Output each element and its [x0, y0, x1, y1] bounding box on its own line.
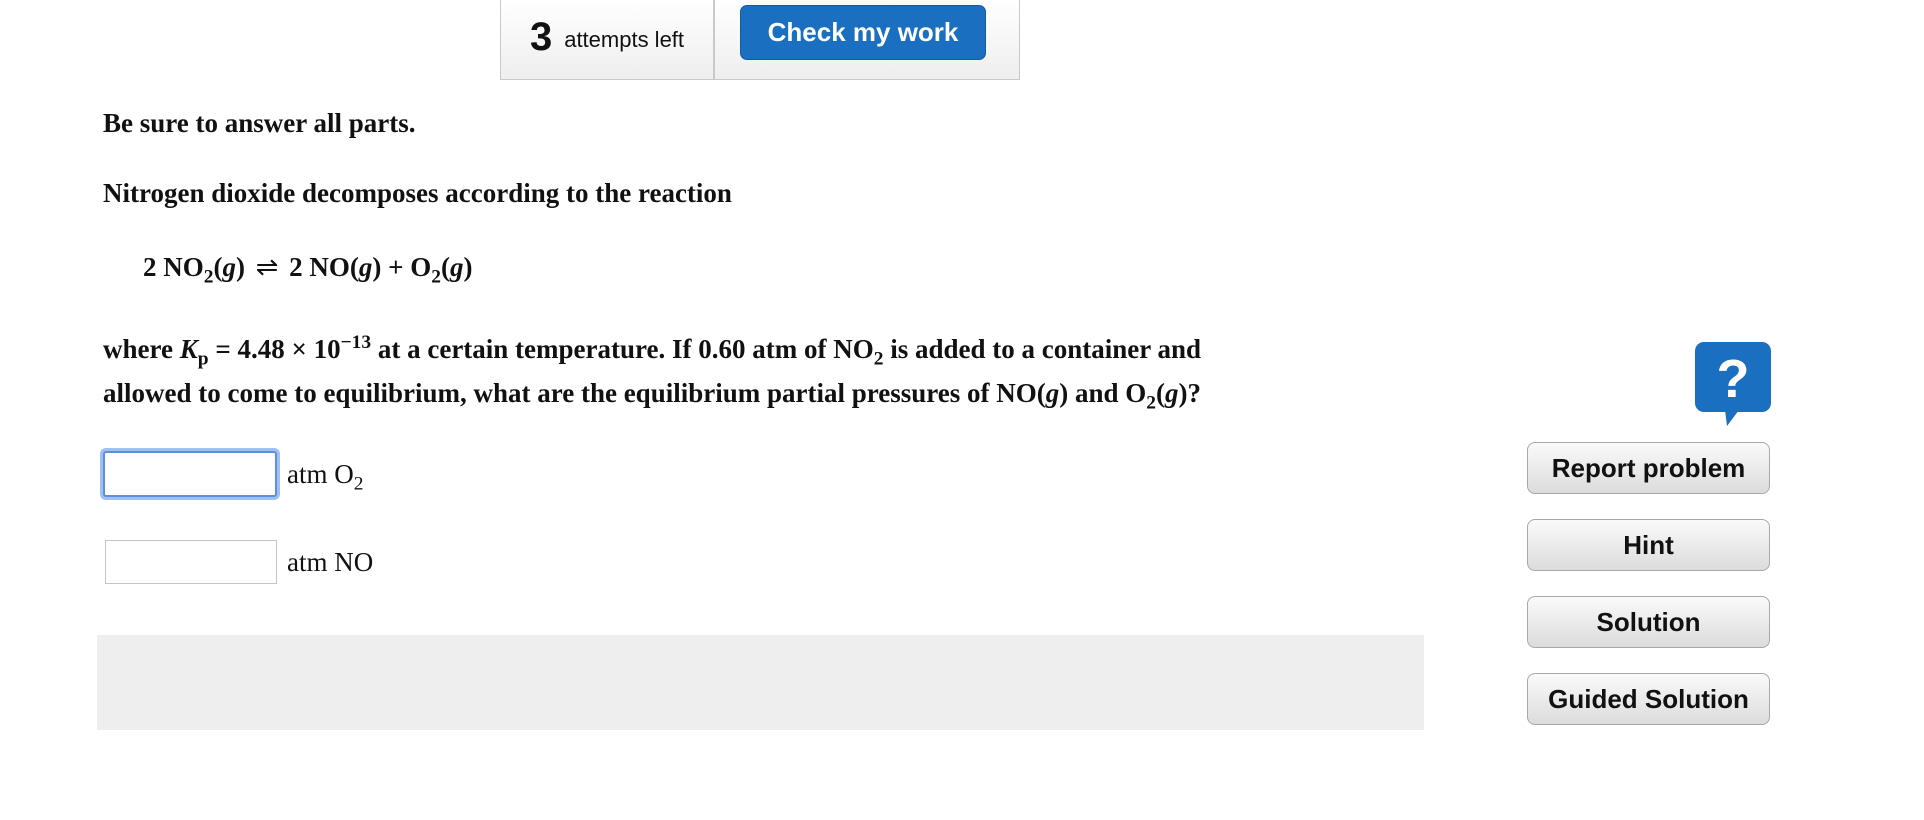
instruction-text: Be sure to answer all parts.: [103, 108, 416, 138]
no-pressure-input[interactable]: [105, 540, 277, 584]
guided-solution-button[interactable]: Guided Solution: [1527, 673, 1770, 725]
question-bubble-icon[interactable]: ?: [1693, 340, 1773, 430]
attempts-indicator: 3 attempts left: [501, 0, 715, 79]
question-body-line-1: where Kp = 4.48 × 10−13 at a certain tem…: [103, 332, 1202, 370]
feedback-panel: [97, 635, 1424, 730]
solution-button[interactable]: Solution: [1527, 596, 1770, 648]
answer-row-o2: atm O2: [103, 451, 363, 497]
report-problem-button[interactable]: Report problem: [1527, 442, 1770, 494]
attempts-count: 3: [529, 15, 553, 59]
attempts-label: attempts left: [564, 26, 685, 52]
equilibrium-arrow: ⇌: [255, 252, 279, 282]
check-my-work-button[interactable]: Check my work: [740, 5, 986, 60]
answer-row-no: atm NO: [103, 540, 373, 584]
unit-label-o2: atm O2: [287, 458, 364, 494]
reaction-equation: 2 NO2(g) ⇌ 2 NO(g) + O2(g): [143, 252, 473, 288]
check-wrap: Check my work: [715, 0, 1019, 79]
hint-button[interactable]: Hint: [1527, 519, 1770, 571]
o2-pressure-input[interactable]: [103, 451, 277, 497]
intro-text: Nitrogen dioxide decomposes according to…: [103, 178, 732, 208]
question-body-line-2: allowed to come to equilibrium, what are…: [103, 378, 1201, 414]
svg-text:?: ?: [1717, 349, 1750, 409]
attempts-toolbar: 3 attempts left Check my work: [500, 0, 1020, 80]
unit-label-no: atm NO: [287, 546, 374, 577]
